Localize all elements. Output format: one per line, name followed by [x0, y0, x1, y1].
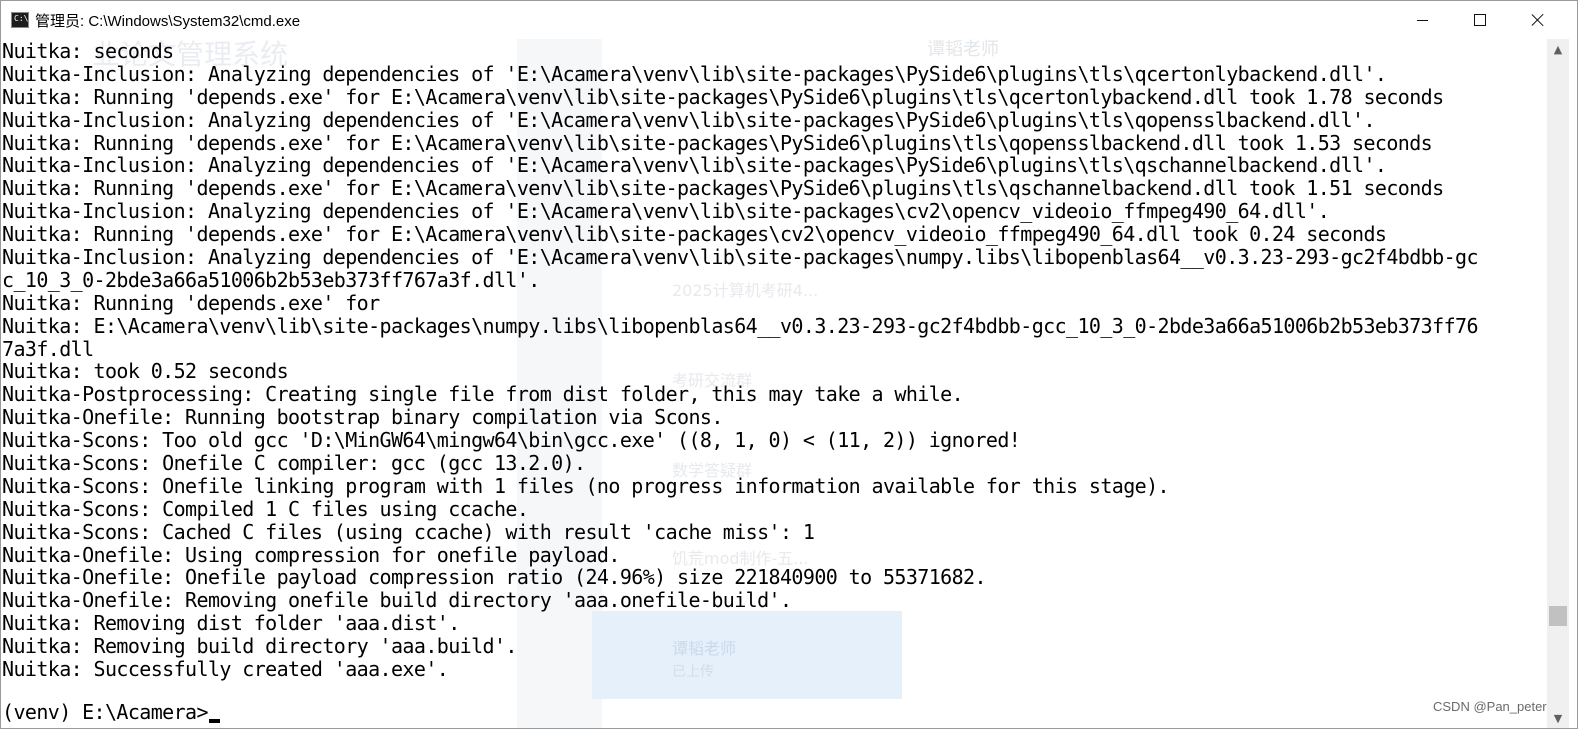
console-line: Nuitka: Running 'depends.exe' for [2, 290, 380, 315]
command-prompt[interactable]: (venv) E:\Acamera> [2, 701, 220, 724]
cmd-icon: C:\ [11, 12, 29, 28]
window-title: 管理员: C:\Windows\System32\cmd.exe [35, 13, 301, 30]
console-line: c_10_3_0-2bde3a66a51006b2b53eb373ff767a3… [2, 267, 540, 292]
minimize-icon [1416, 19, 1428, 21]
title-bar[interactable]: C:\ 管理员: C:\Windows\System32\cmd.exe [1, 1, 1577, 39]
console-line: Nuitka-Inclusion: Analyzing dependencies… [2, 107, 1376, 132]
console-line: Nuitka: Removing build directory 'aaa.bu… [2, 634, 517, 659]
console-line: Nuitka-Onefile: Removing onefile build d… [2, 588, 792, 613]
console-line: Nuitka: seconds [2, 39, 174, 63]
console-line: Nuitka: took 0.52 seconds [2, 359, 289, 384]
maximize-button[interactable] [1451, 1, 1509, 39]
console-line: Nuitka-Scons: Cached C files (using ccac… [2, 519, 815, 544]
close-button[interactable] [1509, 1, 1567, 39]
vertical-scrollbar[interactable]: ▲ ▼ [1547, 39, 1569, 728]
scroll-down-icon[interactable]: ▼ [1547, 708, 1569, 728]
console-line: Nuitka-Onefile: Using compression for on… [2, 542, 620, 567]
console-line: Nuitka: Successfully created 'aaa.exe'. [2, 657, 449, 682]
console-line: Nuitka-Onefile: Running bootstrap binary… [2, 405, 723, 430]
console-line: Nuitka-Inclusion: Analyzing dependencies… [2, 61, 1387, 86]
console-line: 7a3f.dll [2, 336, 94, 361]
scroll-thumb[interactable] [1549, 606, 1567, 626]
console-line: Nuitka: Running 'depends.exe' for E:\Aca… [2, 130, 1433, 155]
prompt-text: (venv) E:\Acamera> [2, 700, 209, 724]
console-line: Nuitka-Scons: Compiled 1 C files using c… [2, 496, 529, 521]
maximize-icon [1474, 14, 1486, 26]
console-line: Nuitka-Scons: Onefile C compiler: gcc (g… [2, 451, 586, 476]
console-line: Nuitka: E:\Acamera\venv\lib\site-package… [2, 313, 1479, 338]
console-line: Nuitka: Running 'depends.exe' for E:\Aca… [2, 176, 1444, 201]
console-line: Nuitka-Postprocessing: Creating single f… [2, 382, 964, 407]
minimize-button[interactable] [1393, 1, 1451, 39]
console-line: Nuitka-Scons: Onefile linking program wi… [2, 473, 1170, 498]
console-line: Nuitka: Running 'depends.exe' for E:\Aca… [2, 222, 1387, 247]
scroll-up-icon[interactable]: ▲ [1547, 39, 1569, 59]
csdn-watermark: CSDN @Pan_peter [1433, 699, 1547, 714]
console-line: Nuitka-Inclusion: Analyzing dependencies… [2, 245, 1479, 270]
console-line: Nuitka-Scons: Too old gcc 'D:\MinGW64\mi… [2, 428, 1021, 453]
console-line: Nuitka-Inclusion: Analyzing dependencies… [2, 199, 1330, 224]
close-icon [1531, 13, 1545, 27]
console-line: Nuitka: Removing dist folder 'aaa.dist'. [2, 611, 460, 636]
console-line: Nuitka-Inclusion: Analyzing dependencies… [2, 153, 1387, 178]
console-output[interactable]: 业论文管理系统 谭韬老师 2025计算机考研4... 考研交流群 数学答疑群 饥… [2, 39, 1547, 728]
console-lines: Nuitka: seconds Nuitka-Inclusion: Analyz… [2, 39, 1479, 682]
text-cursor [208, 719, 220, 723]
console-line: Nuitka: Running 'depends.exe' for E:\Aca… [2, 84, 1444, 109]
console-line: Nuitka-Onefile: Onefile payload compress… [2, 565, 987, 590]
cmd-window: C:\ 管理员: C:\Windows\System32\cmd.exe 业论文… [0, 0, 1578, 729]
